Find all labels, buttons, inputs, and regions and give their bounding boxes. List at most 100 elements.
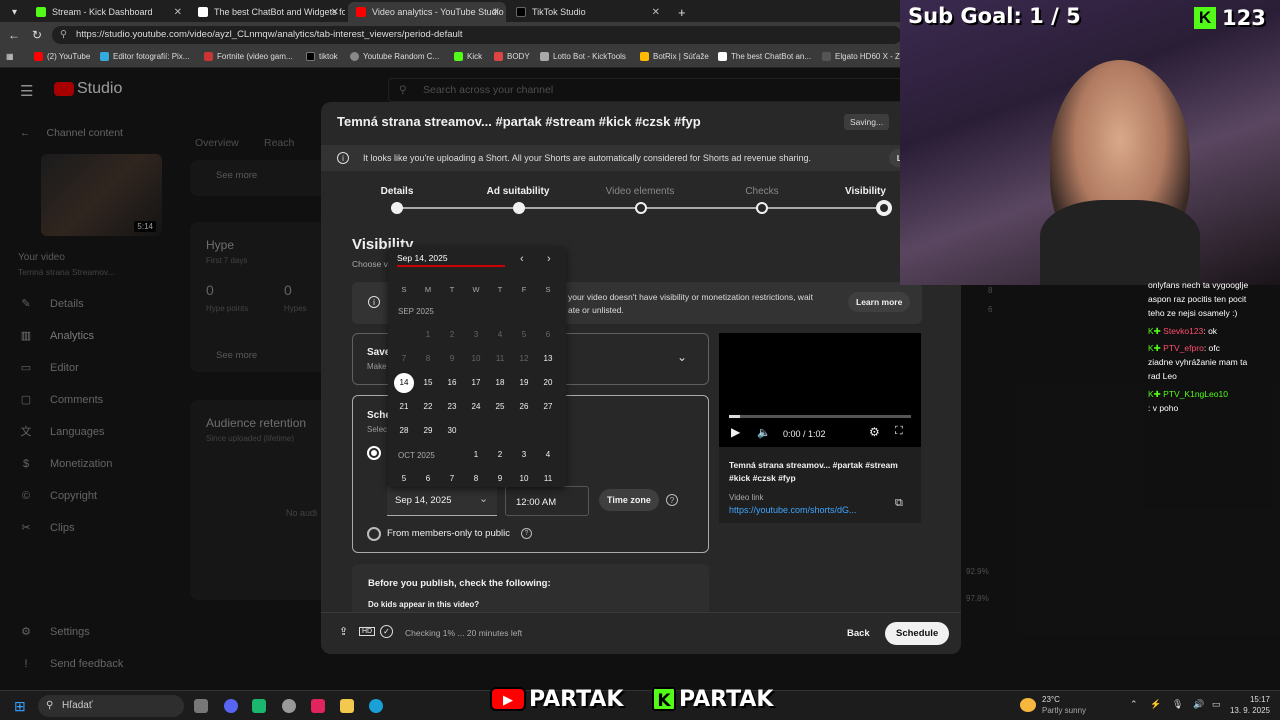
calendar-day[interactable]: 20 [536,373,560,393]
step-ad-suitability[interactable]: Ad suitability [473,186,563,197]
clock-date[interactable]: 13. 9. 2025 [1226,706,1270,715]
calendar-day[interactable]: 1 [464,445,488,465]
calendar-day[interactable]: 21 [392,397,416,417]
mic-icon[interactable]: 🎙 [1172,699,1183,710]
app-icon[interactable] [252,699,266,713]
battery-icon[interactable]: ▭ [1212,699,1221,710]
calendar-day[interactable]: 26 [512,397,536,417]
calendar-day[interactable]: 9 [488,469,512,487]
play-icon[interactable]: ▶ [731,425,740,439]
close-tab-icon[interactable]: ✕ [652,7,660,18]
members-only-checkbox[interactable] [367,527,381,541]
bookmark-pixlr[interactable]: Editor fotografií: Pix... [100,52,189,61]
prev-month-icon[interactable]: ‹ [520,253,524,265]
schedule-button[interactable]: Schedule [885,622,950,645]
calendar-day[interactable]: 23 [440,397,464,417]
task-view-icon[interactable] [194,699,208,713]
tab-kick-dashboard[interactable]: Stream - Kick Dashboard ✕ [28,2,188,22]
close-tab-icon[interactable]: ✕ [174,7,182,18]
new-tab-icon[interactable]: + [670,2,690,22]
discord-icon[interactable] [224,699,238,713]
network-icon[interactable]: ⚡ [1150,699,1161,710]
bookmark-youtube[interactable]: (2) YouTube [34,52,90,61]
calendar-day[interactable]: 24 [464,397,488,417]
date-picker-input[interactable]: Sep 14, 2025 [397,253,505,267]
chevron-up-icon[interactable]: ⌃ [1130,699,1138,710]
edge-icon[interactable] [369,699,383,713]
calendar-day[interactable]: 13 [536,349,560,369]
chat-message: K✚ PTV_K1ngLeo10 [1148,389,1228,399]
calendar-day[interactable]: 6 [416,469,440,487]
save-subtitle: Make [367,362,387,371]
video-preview[interactable]: ▶ 🔈 0:00 / 1:02 ⚙ ⛶ [719,333,921,447]
time-input[interactable]: 12:00 AM [505,486,589,516]
calendar-day[interactable]: 25 [488,397,512,417]
windows-start-icon[interactable]: ⊞ [14,698,26,715]
calendar-day[interactable]: 11 [536,469,560,487]
next-month-icon[interactable]: › [547,253,551,265]
bookmark-botrix[interactable]: BotRix | Súťaže [640,52,709,61]
bookmark-kick[interactable]: Kick [454,52,482,61]
app-icon[interactable] [282,699,296,713]
calendar-day[interactable]: 29 [416,421,440,441]
video-progress-bar[interactable] [729,415,911,418]
windows-taskbar: ⊞ ⚲ Hľadať ▶ PARTAK K PARTAK 23°C Partly… [0,687,1280,720]
calendar-day[interactable]: 17 [464,373,488,393]
step-checks[interactable]: Checks [717,186,807,197]
bookmark-youtube-random[interactable]: Youtube Random C... [350,52,439,61]
calendar-day[interactable]: 5 [392,469,416,487]
tiktok-icon[interactable] [311,699,325,713]
copy-icon[interactable]: ⧉ [895,497,903,510]
reload-icon[interactable]: ↻ [32,28,42,42]
back-button[interactable]: Back [839,623,878,644]
back-arrow-icon[interactable]: ← [8,28,20,42]
calendar-day[interactable]: 30 [440,421,464,441]
calendar-day[interactable]: 3 [512,445,536,465]
step-video-elements[interactable]: Video elements [595,186,685,197]
calendar-day[interactable]: 27 [536,397,560,417]
help-icon[interactable]: ? [521,528,532,539]
calendar-day-selected[interactable]: 14 [394,373,414,393]
speaker-icon[interactable]: 🔊 [1193,699,1204,710]
bookmark-elgato[interactable]: Elgato HD60 X - Z... [822,52,907,61]
close-tab-icon[interactable]: ✕ [492,7,500,18]
folder-icon[interactable] [340,699,354,713]
calendar-day[interactable]: 15 [416,373,440,393]
calendar-day[interactable]: 7 [440,469,464,487]
time-zone-button[interactable]: Time zone [599,489,659,511]
tab-youtube-studio[interactable]: Video analytics - YouTube Studio ✕ [348,2,506,22]
calendar-day[interactable]: 18 [488,373,512,393]
weekday-label: S [545,285,551,294]
calendar-day[interactable]: 2 [488,445,512,465]
bookmark-fortnite[interactable]: Fortnite (video gam... [204,52,293,61]
calendar-day[interactable]: 4 [536,445,560,465]
tab-menu-icon[interactable]: ▾ [4,2,24,22]
calendar-day[interactable]: 19 [512,373,536,393]
volume-icon[interactable]: 🔈 [757,426,771,439]
tab-chatbot[interactable]: The best ChatBot and Widgets fo ✕ [190,2,345,22]
fullscreen-icon[interactable]: ⛶ [895,425,903,438]
taskbar-search[interactable]: ⚲ Hľadať [38,695,184,717]
gear-icon[interactable]: ⚙ [869,425,880,439]
schedule-radio[interactable] [367,446,381,460]
help-icon[interactable]: ? [666,494,678,506]
url-field[interactable]: ⚲ https://studio.youtube.com/video/ayzl_… [52,26,902,44]
chevron-down-icon[interactable]: ⌄ [677,350,687,364]
step-details[interactable]: Details [352,186,442,197]
video-link[interactable]: https://youtube.com/shorts/dG... [729,505,857,515]
calendar-day[interactable]: 16 [440,373,464,393]
calendar-day[interactable]: 8 [464,469,488,487]
apps-icon[interactable]: ▦ [6,52,14,61]
close-tab-icon[interactable]: ✕ [331,7,339,18]
clock-time[interactable]: 15:17 [1226,695,1270,704]
bookmark-lotto-bot[interactable]: Lotto Bot - KickTools [540,52,626,61]
tab-tiktok-studio[interactable]: TikTok Studio ✕ [508,2,666,22]
calendar-day[interactable]: 22 [416,397,440,417]
bookmark-tiktok[interactable]: tiktok [306,52,338,61]
bookmark-body[interactable]: BODY [494,52,530,61]
calendar-day[interactable]: 28 [392,421,416,441]
notice-learn-more-button[interactable]: Learn more [848,292,911,312]
calendar-day[interactable]: 10 [512,469,536,487]
date-dropdown[interactable]: Sep 14, 2025 ⌄ [387,486,497,516]
bookmark-chatbot[interactable]: The best ChatBot an... [718,52,811,61]
